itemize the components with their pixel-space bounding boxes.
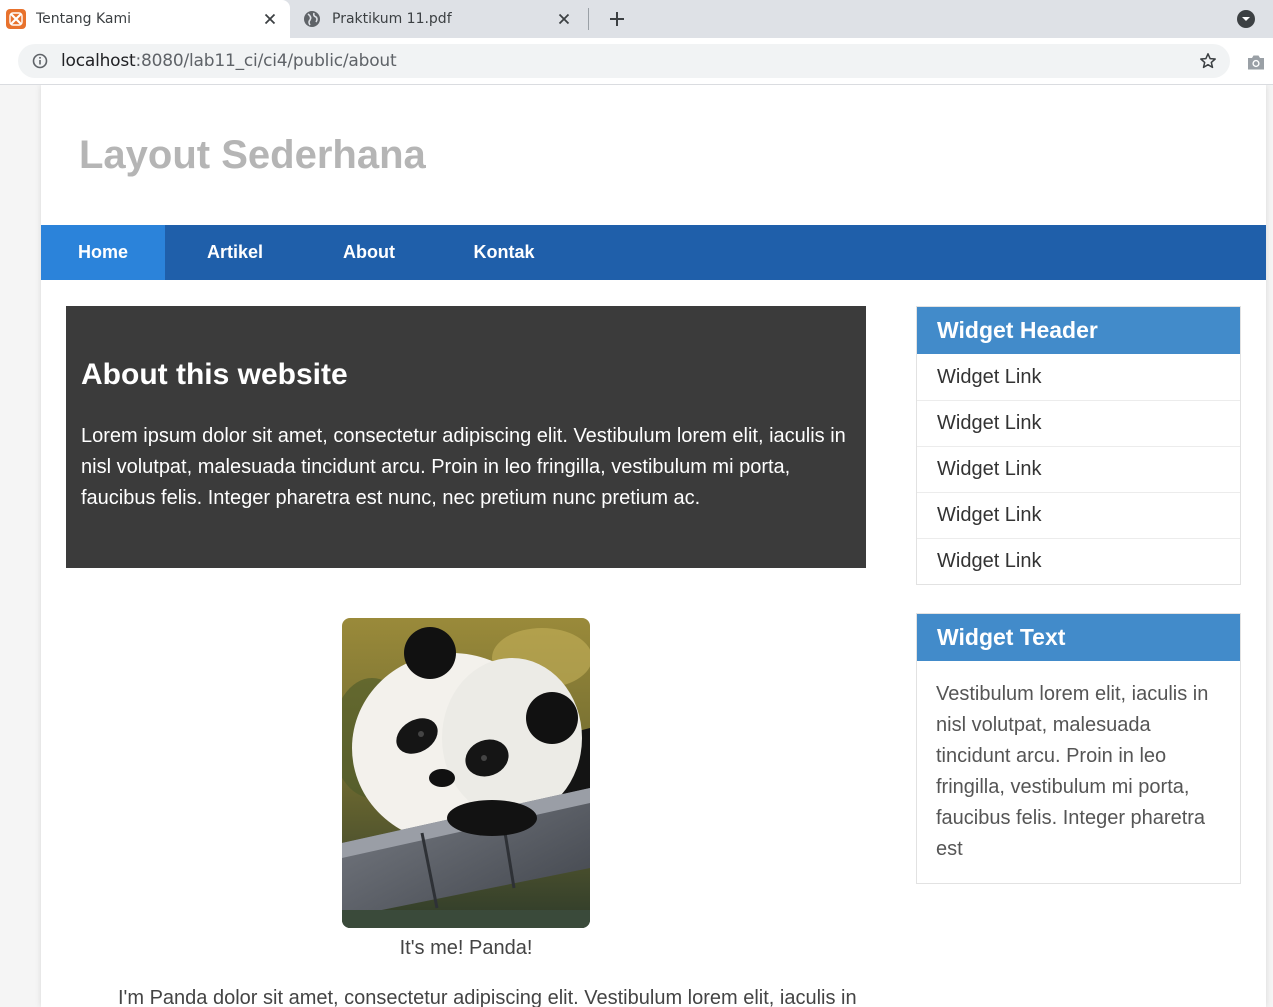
plus-icon xyxy=(610,12,624,26)
hero-text: Lorem ipsum dolor sit amet, consectetur … xyxy=(81,425,846,509)
url-path: :8080/lab11_ci/ci4/public/about xyxy=(135,51,397,71)
nav-about-link[interactable]: About xyxy=(305,225,433,280)
widget-text: Widget Text Vestibulum lorem elit, iacul… xyxy=(916,613,1241,884)
nav-home-link[interactable]: Home xyxy=(41,225,165,280)
address-bar[interactable]: localhost:8080/lab11_ci/ci4/public/about xyxy=(18,44,1230,78)
widget-text-header: Widget Text xyxy=(917,614,1240,661)
camera-icon[interactable] xyxy=(1245,52,1267,72)
browser-toolbar: localhost:8080/lab11_ci/ci4/public/about xyxy=(0,38,1273,85)
tab-separator xyxy=(588,8,589,30)
nav-artikel-link[interactable]: Artikel xyxy=(165,225,305,280)
page-viewport: Layout Sederhana Home Artikel About Kont… xyxy=(0,85,1273,1007)
widget-header: Widget Header xyxy=(917,307,1240,354)
widget-link[interactable]: Widget Link xyxy=(917,492,1240,538)
globe-icon xyxy=(302,9,322,29)
widget-links: Widget Header Widget Link Widget Link Wi… xyxy=(916,306,1241,585)
site-header: Layout Sederhana xyxy=(41,85,1266,225)
widget-link[interactable]: Widget Link xyxy=(917,400,1240,446)
widget-text-body: Vestibulum lorem elit, iaculis in nisl v… xyxy=(936,683,1209,860)
tab-title: Praktikum 11.pdf xyxy=(332,11,452,27)
widget-link[interactable]: Widget Link xyxy=(917,354,1240,400)
tab-praktikum-pdf[interactable]: Praktikum 11.pdf xyxy=(296,0,584,38)
widget-link[interactable]: Widget Link xyxy=(917,538,1240,584)
intro-text: I'm Panda dolor sit amet, consectetur ad… xyxy=(118,987,857,1007)
main-navbar: Home Artikel About Kontak xyxy=(41,225,1266,280)
new-tab-button[interactable] xyxy=(604,6,630,32)
site-title: Layout Sederhana xyxy=(79,133,426,177)
widget-link[interactable]: Widget Link xyxy=(917,446,1240,492)
bookmark-star-icon[interactable] xyxy=(1198,51,1218,71)
tab-search-button[interactable] xyxy=(1235,8,1257,30)
page-container: Layout Sederhana Home Artikel About Kont… xyxy=(41,85,1266,1007)
nav-kontak-link[interactable]: Kontak xyxy=(433,225,575,280)
hero-heading: About this website xyxy=(81,358,348,391)
tab-tentang-kami[interactable]: Tentang Kami xyxy=(0,0,290,38)
about-hero: About this website Lorem ipsum dolor sit… xyxy=(66,306,866,568)
tab-title: Tentang Kami xyxy=(36,11,131,27)
info-icon[interactable] xyxy=(31,52,49,70)
chevron-down-icon xyxy=(1237,10,1255,28)
xampp-icon xyxy=(6,9,26,29)
close-tab-icon[interactable] xyxy=(556,11,572,27)
url-host: localhost xyxy=(61,51,136,71)
tab-strip: Tentang Kami Praktikum 11.pdf xyxy=(0,0,1273,38)
image-caption: It's me! Panda! xyxy=(399,937,533,959)
panda-image xyxy=(342,618,590,928)
url-text[interactable]: localhost:8080/lab11_ci/ci4/public/about xyxy=(61,51,397,71)
close-tab-icon[interactable] xyxy=(262,11,278,27)
